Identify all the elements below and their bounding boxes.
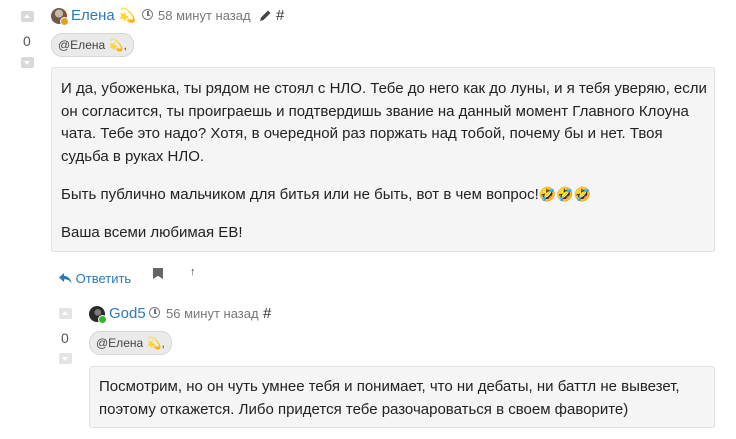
upvote-button[interactable] (59, 308, 72, 319)
author-name-text: Елена (71, 7, 115, 24)
reply-button[interactable]: Ответить (59, 271, 131, 286)
author-name[interactable]: Елена 💫 (71, 7, 136, 24)
downvote-button[interactable] (59, 353, 72, 364)
comment-paragraph-2: Быть публично мальчиком для битья или не… (61, 183, 591, 207)
comment-paragraph-3: Ваша всеми любимая ЕВ! (61, 222, 243, 245)
author-emoji: 💫 (118, 7, 137, 23)
text-line: Посмотрим, но он чуть умнее тебя и поним… (99, 378, 680, 395)
timestamp[interactable]: 56 минут назад (166, 306, 259, 321)
text-line: И да, убоженька, ты рядом не стоял с НЛО… (61, 80, 707, 97)
online-status-icon (60, 17, 69, 26)
text-line: судьба в руках НЛО. (61, 147, 205, 165)
comment-paragraph-1: Посмотрим, но он чуть умнее тебя и поним… (99, 376, 680, 421)
text-line: чата. Тебе это надо? Хотя, в очередной р… (61, 125, 663, 142)
laughing-emoji: 🤣🤣🤣 (538, 186, 592, 202)
timestamp[interactable]: 58 минут назад (158, 8, 251, 23)
online-status-icon (98, 315, 107, 324)
bookmark-icon[interactable] (153, 268, 163, 279)
vote-count: 0 (61, 330, 69, 346)
upvote-button[interactable] (21, 11, 34, 22)
downvote-button[interactable] (21, 57, 34, 68)
vote-count: 0 (23, 33, 31, 49)
reply-arrow-icon (59, 273, 72, 284)
text-line: Быть публично мальчиком для битья или не… (61, 186, 539, 203)
reply-label: Ответить (75, 271, 132, 286)
share-arrow-icon[interactable]: ↑ (190, 266, 196, 278)
permalink-hash[interactable]: # (263, 305, 271, 322)
comment-body: Посмотрим, но он чуть умнее тебя и поним… (89, 366, 715, 428)
text-line: поэтому откажется. Либо придется тебе ра… (99, 400, 629, 418)
mention-chip[interactable]: @Елена 💫, (89, 331, 172, 355)
comment-body: И да, убоженька, ты рядом не стоял с НЛО… (51, 67, 715, 252)
clock-icon (149, 307, 160, 318)
clock-icon (142, 9, 153, 20)
permalink-hash[interactable]: # (276, 7, 284, 24)
text-line: Ваша всеми любимая ЕВ! (61, 224, 243, 241)
comment-paragraph-1: И да, убоженька, ты рядом не стоял с НЛО… (61, 78, 707, 168)
pencil-icon[interactable] (259, 9, 272, 22)
author-name[interactable]: God5 (109, 305, 146, 322)
text-line: он согласится, ты проиграешь и подтверди… (61, 102, 689, 120)
mention-chip[interactable]: @Елена 💫, (51, 33, 134, 57)
